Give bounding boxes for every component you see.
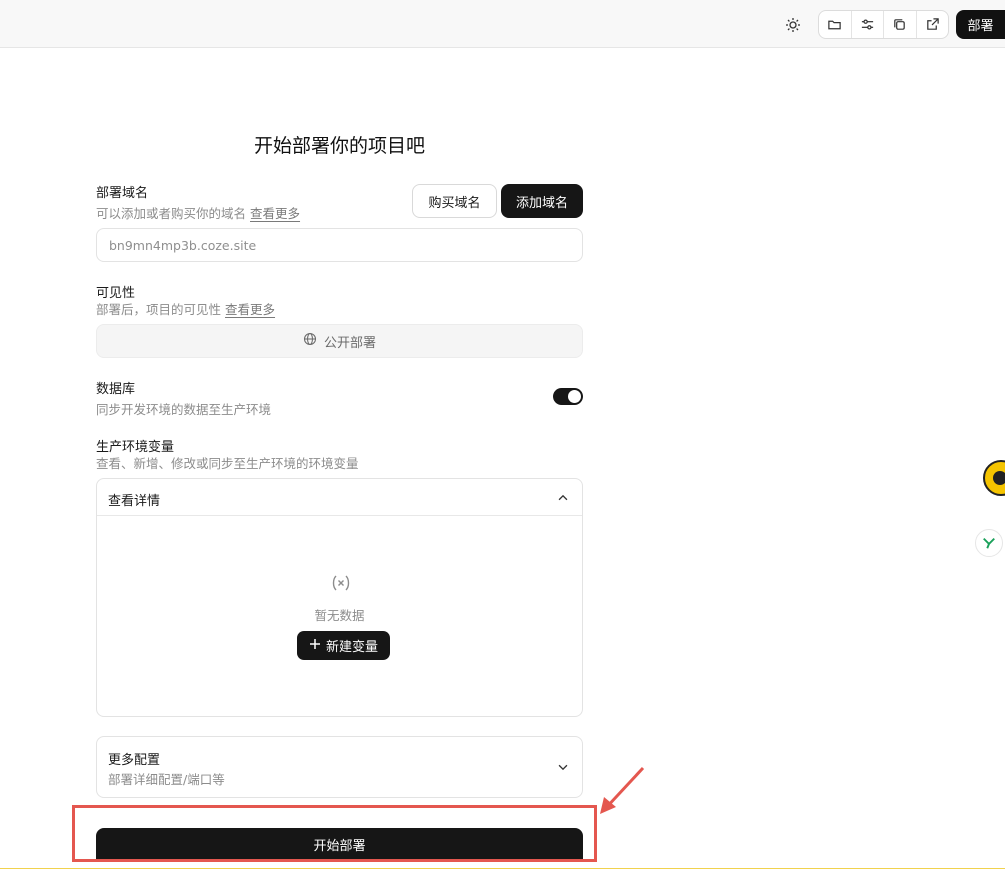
- env-panel: 查看详情 暂无数据 新建变量: [96, 478, 583, 717]
- copy-icon[interactable]: [884, 11, 917, 38]
- plus-icon: [309, 638, 321, 654]
- domain-learn-more-link[interactable]: 查看更多: [250, 206, 300, 221]
- env-description: 查看、新增、修改或同步至生产环境的环境变量: [96, 456, 359, 471]
- new-variable-button[interactable]: 新建变量: [297, 631, 390, 660]
- new-variable-label: 新建变量: [325, 640, 378, 655]
- domain-input[interactable]: [96, 228, 583, 262]
- database-label: 数据库: [96, 382, 136, 397]
- domain-description: 可以添加或者购买你的域名 查看更多: [96, 203, 300, 222]
- more-config-title: 更多配置: [108, 753, 161, 768]
- chevron-up-icon[interactable]: [556, 490, 570, 509]
- deploy-button[interactable]: 部署: [956, 10, 1005, 39]
- sliders-icon[interactable]: [852, 11, 884, 38]
- empty-state-text: 暂无数据: [314, 608, 365, 623]
- folder-icon[interactable]: [819, 11, 852, 38]
- assistant-face-icon: [993, 471, 1005, 485]
- toolbar-icon-group: [818, 10, 949, 39]
- env-panel-title: 查看详情: [108, 494, 161, 509]
- visibility-value: 公开部署: [323, 335, 376, 351]
- sun-icon[interactable]: [781, 13, 805, 37]
- annotation-highlight-box: [72, 805, 597, 862]
- env-panel-header[interactable]: 查看详情: [97, 479, 582, 516]
- more-config-panel[interactable]: 更多配置 部署详细配置/端口等: [96, 736, 583, 798]
- annotation-arrow-icon: [600, 766, 645, 814]
- visibility-desc-text: 部署后，项目的可见性: [96, 302, 222, 317]
- chevron-down-icon[interactable]: [556, 759, 570, 778]
- domain-label: 部署域名: [96, 186, 149, 201]
- external-link-icon[interactable]: [917, 11, 949, 38]
- page-title: 开始部署你的项目吧: [253, 135, 425, 157]
- floating-assistant-icon[interactable]: [983, 460, 1005, 496]
- database-toggle[interactable]: [553, 388, 583, 405]
- visibility-learn-more-link[interactable]: 查看更多: [225, 302, 275, 317]
- add-domain-button[interactable]: 添加域名: [501, 184, 583, 218]
- floating-y-icon[interactable]: [975, 529, 1003, 557]
- bottom-divider: [0, 868, 1005, 869]
- visibility-select[interactable]: 公开部署: [96, 324, 583, 358]
- more-config-description: 部署详细配置/端口等: [108, 772, 225, 787]
- database-description: 同步开发环境的数据至生产环境: [96, 402, 272, 417]
- buy-domain-button[interactable]: 购买域名: [412, 184, 497, 218]
- globe-icon: [303, 332, 317, 350]
- empty-variable-icon: [331, 573, 351, 597]
- toggle-knob: [568, 390, 581, 403]
- domain-desc-text: 可以添加或者购买你的域名: [96, 206, 247, 221]
- top-bar: 部署: [0, 0, 1005, 48]
- visibility-description: 部署后，项目的可见性 查看更多: [96, 299, 275, 318]
